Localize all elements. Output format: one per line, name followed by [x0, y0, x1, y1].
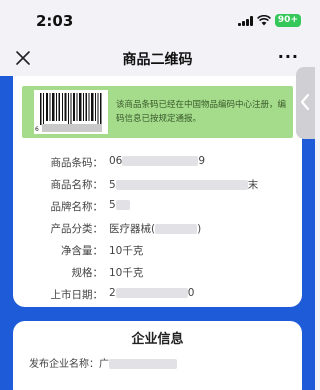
- publisher-value: 广: [99, 359, 109, 370]
- info-value: 20: [109, 287, 195, 299]
- chevron-left-icon: [300, 93, 310, 111]
- status-icons: 90+: [238, 14, 301, 27]
- redacted-block: [155, 224, 198, 234]
- info-label: 规格：: [71, 267, 104, 279]
- info-row-net-content: 净含量： 10千克: [13, 240, 302, 260]
- page-title: 商品二维码: [122, 52, 193, 68]
- registration-notice: 6 该商品条码已经在中国物品编码中心注册，编码信息已按规定通报。: [22, 86, 293, 138]
- info-row-category: 产品分类： 医疗器械(): [13, 218, 302, 238]
- status-bar: 2:03 90+: [0, 0, 315, 40]
- info-row-name: 商品名称： 5末: [13, 174, 302, 194]
- redacted-block: [109, 359, 177, 369]
- signal-icon: [238, 15, 253, 26]
- company-card: 企业信息 发布企业名称：广: [13, 321, 302, 390]
- redacted-block: [115, 180, 248, 190]
- info-value: 10千克: [109, 267, 144, 279]
- info-value: 06 9: [109, 155, 206, 167]
- battery-indicator: 90+: [274, 14, 301, 27]
- info-label: 净含量：: [61, 245, 103, 257]
- info-label: 商品条码：: [50, 157, 104, 169]
- wifi-icon: [256, 15, 271, 26]
- barcode-image: 6: [34, 90, 108, 134]
- info-row-barcode: 商品条码： 06 9: [13, 152, 302, 172]
- info-row-brand: 品牌名称： 5: [13, 196, 302, 216]
- publisher-row: 发布企业名称：广: [29, 355, 177, 370]
- barcode-icon: [40, 93, 102, 125]
- info-row-launch-date: 上市日期： 20: [13, 284, 302, 304]
- more-button[interactable]: ···: [278, 47, 299, 66]
- notice-text: 该商品条码已经在中国物品编码中心注册，编码信息已按规定通报。: [116, 100, 287, 124]
- info-value: 医疗器械(): [109, 223, 202, 235]
- info-label: 产品分类：: [50, 223, 104, 235]
- info-value: 5末: [109, 179, 259, 191]
- info-row-spec: 规格： 10千克: [13, 262, 302, 282]
- redacted-block: [115, 288, 188, 298]
- barcode-digit: 6: [35, 126, 39, 133]
- publisher-label: 发布企业名称：: [29, 359, 99, 370]
- side-drawer-handle[interactable]: [296, 67, 315, 139]
- redacted-block: [115, 200, 130, 210]
- nav-bar: 商品二维码 ···: [0, 40, 315, 76]
- info-value: 5: [109, 199, 130, 211]
- section-title: 企业信息: [131, 332, 184, 347]
- redacted-block: [42, 124, 102, 132]
- info-value: 10千克: [109, 245, 144, 257]
- info-label: 商品名称：: [50, 179, 104, 191]
- redacted-block: [122, 156, 199, 166]
- info-label: 上市日期：: [50, 289, 104, 301]
- info-label: 品牌名称：: [50, 201, 104, 213]
- status-time: 2:03: [36, 12, 74, 30]
